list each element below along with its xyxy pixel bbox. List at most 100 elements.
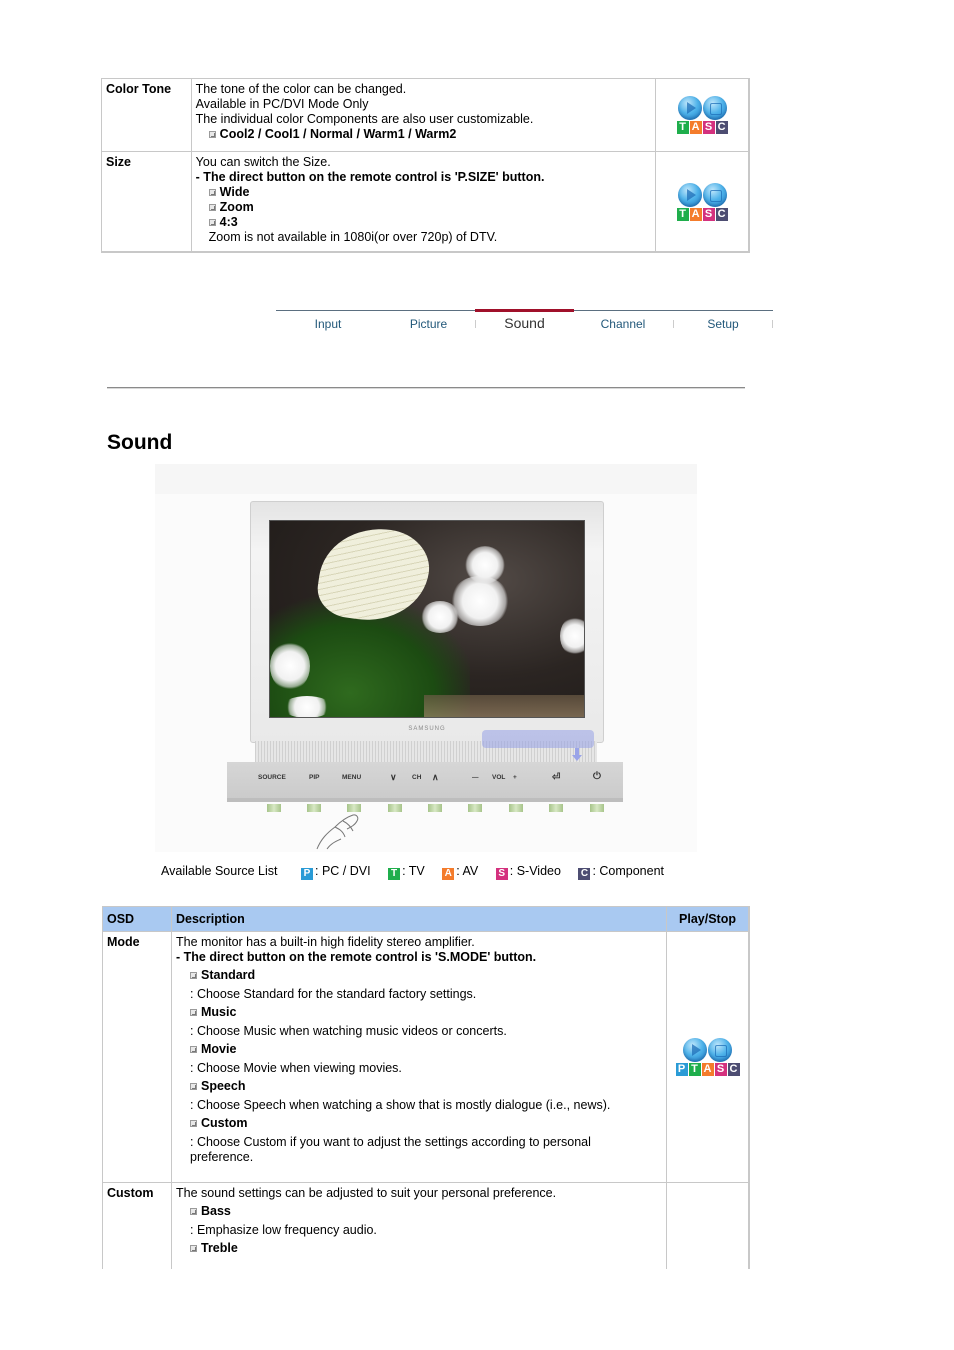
available-source-list: Available Source List P: PC / DVI T: TV … [161,864,678,880]
source-text: : S-Video [509,864,561,878]
play-stop-cell: P T A S C [666,931,750,1183]
monitor-illustration: SAMSUNG SOURCE PIP MENU ∨ CH ∧ — VOL + ⏎… [155,464,697,852]
bullet-icon [190,1120,197,1127]
play-icon[interactable] [677,182,702,207]
option-desc: : Emphasize low frequency audio. [190,1223,377,1237]
play-icon[interactable] [683,1038,707,1062]
source-av: A: AV [442,864,478,880]
source-letter-t: T [676,121,689,134]
knob [590,804,604,812]
option-label: Speech [201,1079,246,1093]
option-desc: : Choose Speech when watching a show tha… [190,1098,611,1112]
option-desc: : Choose Music when watching music video… [190,1024,507,1038]
source-pc-dvi: P: PC / DVI [301,864,371,880]
enter-icon[interactable]: ⏎ [552,772,560,783]
option-label: Movie [201,1042,237,1056]
stop-icon[interactable] [702,96,727,120]
tab-sound[interactable]: Sound [475,309,574,338]
source-letter-p: P [675,1063,688,1076]
option-label: Music [201,1005,237,1019]
knob [267,804,281,812]
remote-button-note: - The direct button on the remote contro… [195,170,545,184]
source-s-video: S: S-Video [495,864,561,880]
source-letter-s: S [702,207,715,221]
volume-down-button[interactable]: — [472,774,479,781]
option-item: Cool2 / Cool1 / Normal / Warm1 / Warm2 [196,127,652,142]
option-item: 4:3 [196,215,652,230]
play-stop-icon[interactable]: T A S C [676,182,728,221]
tab-setup[interactable]: Setup [674,311,772,337]
bullet-icon [208,204,216,211]
tab-channel[interactable]: Channel [574,311,672,337]
knob [388,804,402,812]
source-letter-t: T [676,207,689,221]
option-item: Zoom [196,200,652,215]
source-text: : TV [402,864,425,878]
header-description: Description [171,906,667,932]
desc-line: You can switch the Size. [195,155,331,169]
tab-input[interactable]: Input [276,311,380,337]
option-label: Bass [201,1204,231,1218]
play-stop-icon[interactable]: P T A S C [675,1038,740,1076]
play-icon[interactable] [677,96,702,120]
desc-line: The individual color Components are also… [195,112,534,126]
tab-picture[interactable]: Picture [380,311,477,337]
source-letter-c: C [715,121,728,134]
menu-button[interactable]: MENU [342,774,361,781]
desc-note: Zoom is not available in 1080i(or over 7… [208,230,498,244]
source-text: : PC / DVI [315,864,371,878]
desc-line: Available in PC/DVI Mode Only [195,97,369,111]
option-label: Treble [201,1241,238,1255]
osd-name: Custom [102,1182,172,1269]
tab-divider [772,320,773,328]
arrow-down-icon [572,748,582,762]
desc-line: The sound settings can be adjusted to su… [176,1186,557,1200]
source-tv: T: TV [388,864,425,880]
option-desc: : Choose Movie when viewing movies. [190,1061,402,1075]
channel-label: CH [412,774,422,781]
play-stop-icon[interactable]: T A S C [676,96,728,134]
channel-up-button[interactable]: ∧ [432,772,439,783]
option-desc: : Choose Standard for the standard facto… [190,987,477,1001]
bullet-icon [190,1208,197,1215]
source-letter-s: S [714,1063,727,1076]
page-title: Sound [107,431,173,454]
option-item: Wide [196,185,652,200]
source-letters: P T A S C [675,1063,740,1076]
source-button[interactable]: SOURCE [258,774,286,781]
header-play-stop: Play/Stop [666,906,750,932]
osd-description: You can switch the Size. - The direct bu… [190,151,657,253]
option-label: 4:3 [219,215,238,229]
source-list-label: Available Source List [161,864,278,878]
table-row: Mode The monitor has a built-in high fid… [102,931,750,1183]
button-highlight [482,730,594,748]
pip-button[interactable]: PIP [309,774,319,781]
option-item: Movie [176,1042,662,1057]
channel-down-button[interactable]: ∨ [390,772,397,783]
source-badge-t: T [388,868,401,880]
osd-name: Size [101,151,192,253]
power-icon[interactable]: ⏻ [593,771,601,782]
control-panel: SOURCE PIP MENU ∨ CH ∧ — VOL + ⏎ ⏻ [227,762,623,802]
source-letter-a: A [689,121,702,134]
source-letters: T A S C [676,207,728,221]
osd-name: Color Tone [101,78,192,152]
osd-description: The monitor has a built-in high fidelity… [171,931,667,1183]
source-letter-t: T [688,1063,701,1076]
option-label: Wide [219,185,250,199]
stop-icon[interactable] [702,182,727,207]
table-row: Color Tone The tone of the color can be … [101,78,750,152]
source-badge-c: C [578,868,591,880]
volume-up-button[interactable]: + [513,774,517,781]
hand-pointer-icon [316,814,359,850]
source-letter-a: A [689,207,702,221]
stop-icon[interactable] [708,1038,732,1062]
settings-table-sound: OSD Description Play/Stop Mode The monit… [102,906,750,1269]
section-divider [107,387,745,389]
monitor-image: SAMSUNG [250,501,604,743]
option-label: Cool2 / Cool1 / Normal / Warm1 / Warm2 [219,127,457,141]
option-item: Custom [176,1116,662,1131]
bullet-icon [190,972,197,979]
volume-label: VOL [492,774,506,781]
header-osd: OSD [102,906,172,932]
